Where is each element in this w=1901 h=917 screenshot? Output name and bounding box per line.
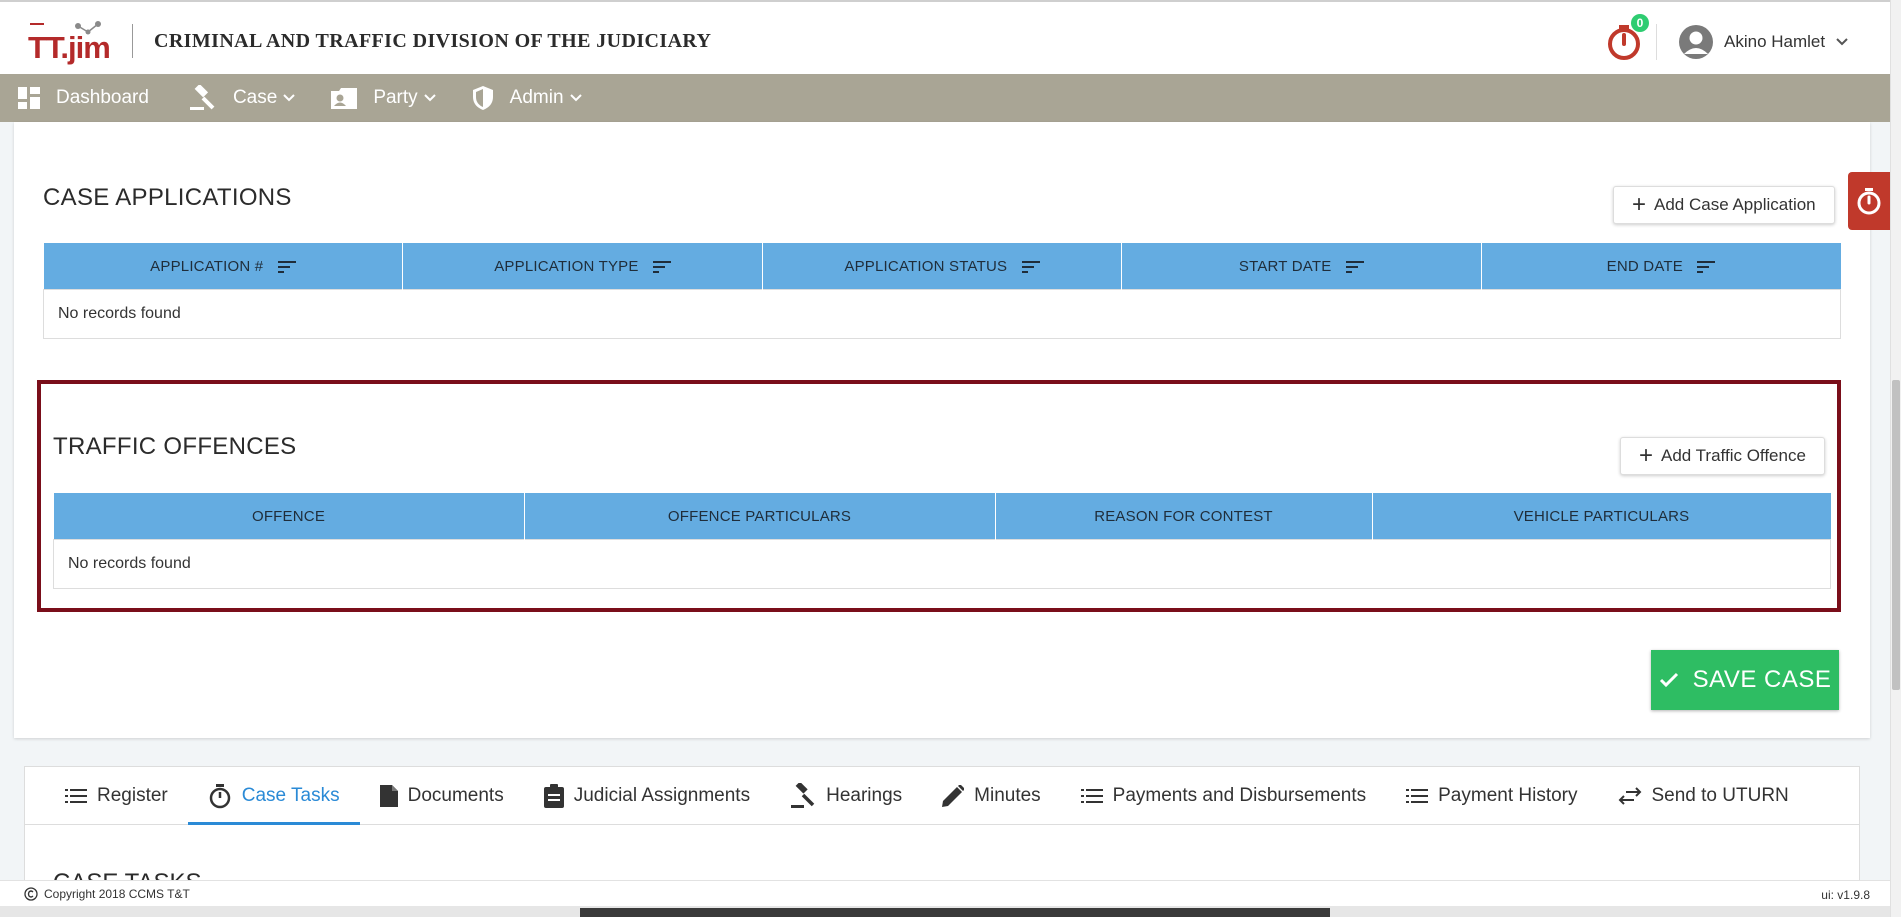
nav-dashboard[interactable]: Dashboard: [18, 87, 149, 109]
nav-dashboard-label: Dashboard: [56, 87, 149, 108]
tab-case-tasks[interactable]: Case Tasks: [187, 767, 360, 825]
sort-icon: [277, 260, 296, 273]
nav-case[interactable]: Case: [189, 85, 296, 111]
tab-minutes[interactable]: Minutes: [922, 767, 1061, 824]
sort-icon: [1345, 260, 1364, 273]
tab-payment-history-label: Payment History: [1438, 784, 1578, 806]
sort-icon: [652, 260, 671, 273]
nav-party[interactable]: Party: [331, 87, 436, 109]
app-title: CRIMINAL AND TRAFFIC DIVISION OF THE JUD…: [154, 30, 712, 52]
tab-send-to-uturn[interactable]: Send to UTURN: [1598, 767, 1809, 824]
copyright-text: Copyright 2018 CCMS T&T: [44, 887, 190, 901]
main-navbar: Dashboard Case Party Admin: [0, 74, 1890, 122]
list-icon: [1406, 788, 1429, 803]
transfer-icon: [1618, 786, 1641, 805]
tab-minutes-label: Minutes: [974, 784, 1041, 806]
column-header-offence-particulars[interactable]: OFFENCE PARTICULARS: [524, 493, 996, 540]
scrollbar-thumb[interactable]: [1892, 380, 1900, 690]
plus-icon: +: [1639, 442, 1654, 469]
clipboard-icon: [543, 783, 564, 808]
bottom-bar-segment: [580, 908, 1330, 917]
chevron-down-icon: [283, 94, 296, 102]
timer-count-badge: 0: [1631, 14, 1649, 32]
contact-card-icon: [331, 88, 358, 109]
document-icon: [379, 784, 398, 807]
case-form-card: CASE APPLICATIONS + Add Case Application…: [14, 122, 1870, 738]
nav-admin[interactable]: Admin: [472, 85, 582, 111]
list-icon: [1080, 788, 1103, 803]
column-header-application-number[interactable]: APPLICATION #: [43, 243, 404, 290]
column-header-vehicle-particulars[interactable]: VEHICLE PARTICULARS: [1372, 493, 1831, 540]
tab-judicial-assignments-label: Judicial Assignments: [573, 784, 751, 806]
tab-documents-label: Documents: [407, 784, 504, 806]
copyright-icon: [24, 887, 38, 901]
tab-payment-history[interactable]: Payment History: [1386, 767, 1597, 824]
app-header: TT.jim CRIMINAL AND TRAFFIC DIVISION OF …: [0, 0, 1890, 74]
sort-icon: [1697, 260, 1716, 273]
tab-hearings[interactable]: Hearings: [770, 767, 922, 824]
version-text: ui: v1.9.8: [1821, 888, 1870, 902]
tab-payments-label: Payments and Disbursements: [1112, 784, 1367, 806]
chevron-down-icon: [1836, 38, 1848, 46]
traffic-offences-table: OFFENCE OFFENCE PARTICULARS REASON FOR C…: [53, 493, 1831, 589]
case-applications-title: CASE APPLICATIONS: [43, 184, 292, 211]
case-applications-table: APPLICATION # APPLICATION TYPE APPLICATI…: [43, 243, 1841, 339]
page-scrollbar[interactable]: [1890, 0, 1901, 917]
column-header-offence[interactable]: OFFENCE: [53, 493, 525, 540]
dashboard-icon: [18, 87, 40, 109]
user-name: Akino Hamlet: [1724, 32, 1826, 51]
column-header-end-date[interactable]: END DATE: [1481, 243, 1841, 290]
check-icon: [1659, 672, 1678, 688]
save-case-label: SAVE CASE: [1692, 666, 1832, 693]
nav-case-label: Case: [232, 87, 278, 108]
sort-icon: [1021, 260, 1040, 273]
gavel-icon: [791, 782, 815, 808]
column-header-reason-for-contest[interactable]: REASON FOR CONTEST: [995, 493, 1373, 540]
traffic-offences-title: TRAFFIC OFFENCES: [53, 433, 297, 460]
add-case-application-button[interactable]: + Add Case Application: [1613, 186, 1835, 224]
shield-icon: [472, 86, 493, 110]
user-menu[interactable]: Akino Hamlet: [1678, 22, 1849, 62]
app-footer: Copyright 2018 CCMS T&T ui: v1.9.8: [0, 880, 1890, 907]
add-traffic-offence-label: Add Traffic Offence: [1661, 446, 1806, 465]
tab-payments-and-disbursements[interactable]: Payments and Disbursements: [1061, 767, 1386, 824]
column-header-application-type[interactable]: APPLICATION TYPE: [402, 243, 763, 290]
stopwatch-icon: [1857, 188, 1881, 215]
list-icon: [65, 788, 87, 803]
nav-admin-label: Admin: [509, 87, 564, 108]
table-row: No records found: [53, 539, 1831, 589]
add-case-application-label: Add Case Application: [1654, 195, 1816, 214]
chevron-down-icon: [569, 94, 582, 102]
chevron-down-icon: [423, 94, 436, 102]
gavel-icon: [189, 85, 215, 110]
bottom-bar: [0, 906, 1890, 917]
pencil-icon: [942, 784, 965, 807]
user-avatar-icon: [1679, 25, 1713, 59]
add-traffic-offence-button[interactable]: + Add Traffic Offence: [1620, 437, 1825, 475]
header-divider: [132, 24, 133, 58]
tab-documents[interactable]: Documents: [360, 767, 524, 824]
footer-copyright: Copyright 2018 CCMS T&T: [24, 887, 190, 901]
save-case-button[interactable]: SAVE CASE: [1651, 650, 1839, 710]
empty-message: No records found: [43, 289, 1841, 339]
column-header-start-date[interactable]: START DATE: [1121, 243, 1482, 290]
tab-case-tasks-label: Case Tasks: [241, 784, 340, 806]
table-row: No records found: [43, 289, 1841, 339]
logo-text: TT.jim: [28, 30, 111, 65]
timer-icon: [209, 783, 230, 808]
tab-send-to-uturn-label: Send to UTURN: [1651, 784, 1789, 806]
app-logo[interactable]: TT.jim: [28, 18, 112, 65]
column-header-application-status[interactable]: APPLICATION STATUS: [762, 243, 1123, 290]
tab-register-label: Register: [97, 784, 168, 806]
side-timer-tab[interactable]: [1848, 172, 1890, 230]
tab-register[interactable]: Register: [45, 767, 188, 824]
tab-judicial-assignments[interactable]: Judicial Assignments: [524, 767, 770, 824]
tab-hearings-label: Hearings: [826, 784, 903, 806]
tab-bar: Register Case Tasks Documents Judicial A…: [25, 767, 1859, 825]
empty-message: No records found: [53, 539, 1831, 589]
header-divider: [1656, 24, 1657, 60]
plus-icon: +: [1632, 191, 1647, 218]
nav-party-label: Party: [373, 87, 418, 108]
